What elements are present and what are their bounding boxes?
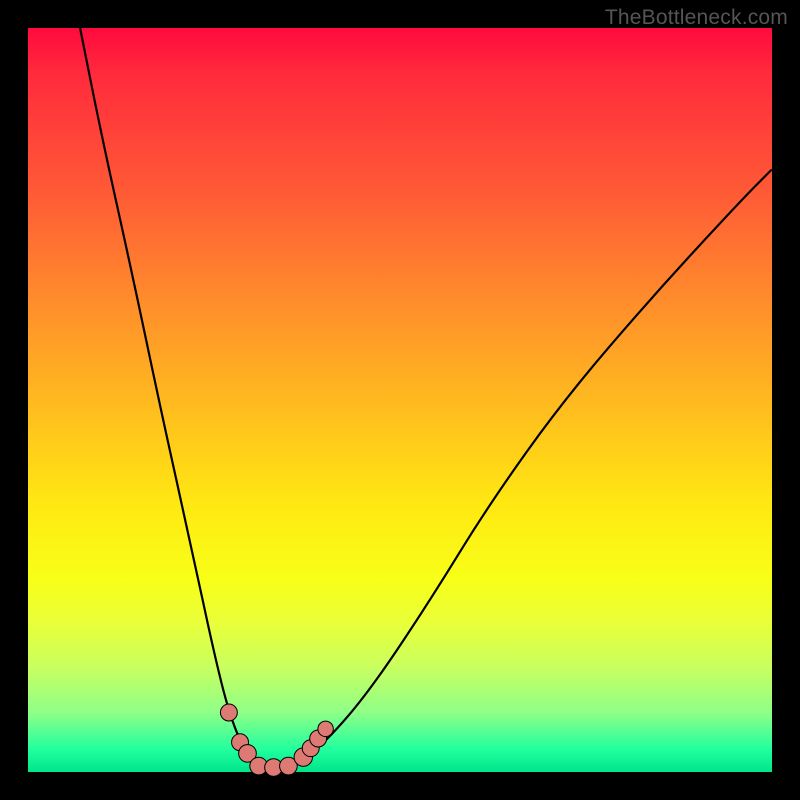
watermark-text: TheBottleneck.com: [605, 6, 788, 30]
bottleneck-curve: [80, 28, 772, 768]
curve-marker: [220, 704, 237, 721]
curve-marker: [318, 721, 333, 736]
curve-svg: [28, 28, 772, 772]
curve-markers: [220, 704, 333, 776]
plot-area: [28, 28, 772, 772]
chart-frame: TheBottleneck.com: [0, 0, 800, 800]
